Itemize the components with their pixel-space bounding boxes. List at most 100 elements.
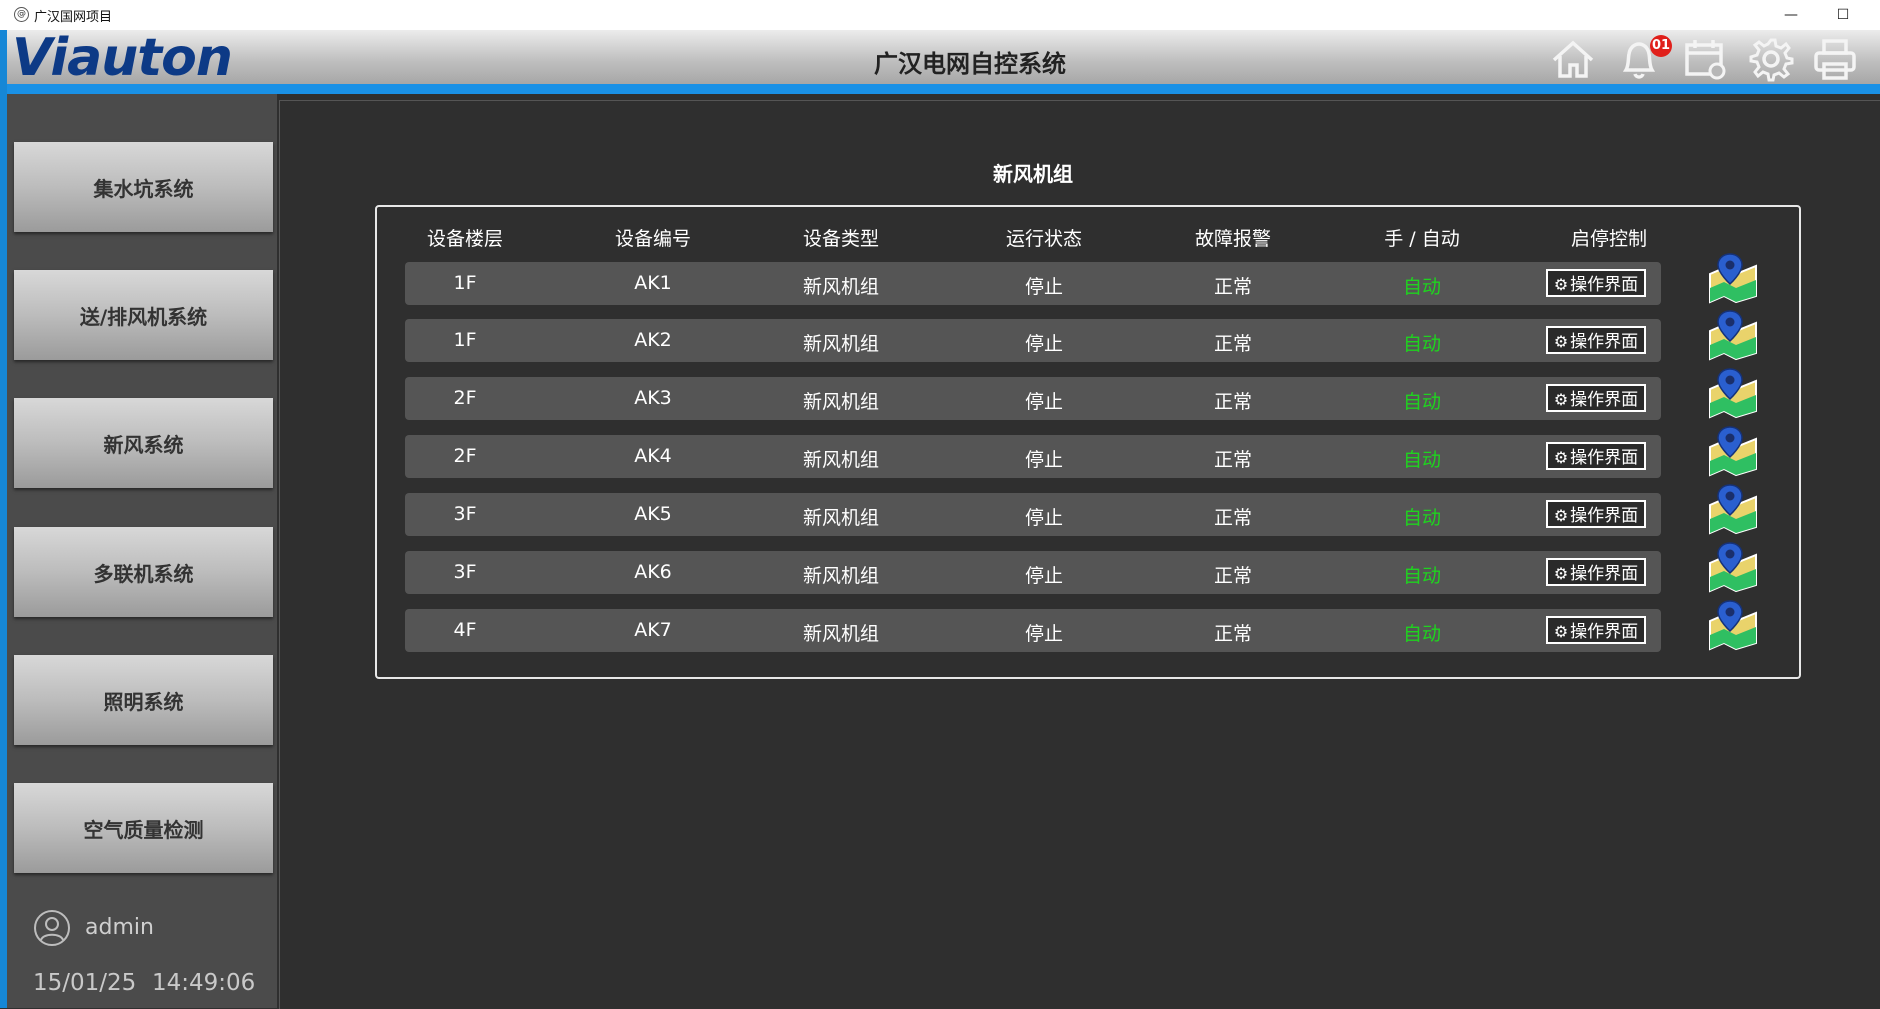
cell-floor: 4F: [453, 619, 477, 641]
nav-sump-system[interactable]: 集水坑系统: [14, 142, 273, 232]
nav-supply-exhaust-fan-system[interactable]: 送/排风机系统: [14, 270, 273, 360]
col-header-start-stop: 启停控制: [1570, 228, 1647, 250]
gear-key-icon: ⚙: [1553, 622, 1569, 641]
gear-icon[interactable]: [1746, 34, 1796, 84]
current-date: 15/01/25: [33, 970, 137, 996]
gear-key-icon: ⚙: [1553, 332, 1569, 351]
gear-key-icon: ⚙: [1553, 564, 1569, 583]
cell-device-type: 新风机组: [802, 333, 879, 355]
col-header-id: 设备编号: [614, 228, 691, 250]
cell-manual-auto: 自动: [1402, 507, 1441, 529]
operation-interface-button[interactable]: ⚙ 操作界面: [1546, 384, 1646, 412]
map-location-icon[interactable]: [1706, 367, 1760, 419]
cell-floor: 3F: [453, 503, 477, 525]
cell-device-id: AK3: [634, 387, 672, 409]
cell-manual-auto: 自动: [1402, 623, 1441, 645]
cell-device-type: 新风机组: [802, 276, 879, 298]
home-icon[interactable]: [1548, 34, 1598, 84]
nav-air-quality[interactable]: 空气质量检测: [14, 783, 273, 873]
cell-device-id: AK5: [634, 503, 672, 525]
cell-fault-alarm: 正常: [1213, 333, 1252, 355]
cell-floor: 2F: [453, 387, 477, 409]
operation-interface-button[interactable]: ⚙ 操作界面: [1546, 269, 1646, 297]
map-location-icon[interactable]: [1706, 483, 1760, 535]
username: admin: [85, 915, 154, 940]
cell-device-type: 新风机组: [802, 449, 879, 471]
operation-interface-label: 操作界面: [1570, 275, 1639, 295]
cell-manual-auto: 自动: [1402, 333, 1441, 355]
col-header-manual-auto: 手 / 自动: [1384, 228, 1460, 250]
cell-floor: 1F: [453, 272, 477, 294]
cell-run-status: 停止: [1024, 276, 1063, 298]
current-time: 14:49:06: [152, 970, 256, 996]
operation-interface-label: 操作界面: [1570, 506, 1639, 526]
alarm-count-badge: 01: [1650, 35, 1672, 57]
operation-interface-label: 操作界面: [1570, 332, 1639, 352]
operation-interface-button[interactable]: ⚙ 操作界面: [1546, 326, 1646, 354]
operation-interface-button[interactable]: ⚙ 操作界面: [1546, 616, 1646, 644]
system-title: 广汉电网自控系统: [874, 50, 1066, 78]
cell-device-id: AK6: [634, 561, 672, 583]
cell-fault-alarm: 正常: [1213, 623, 1252, 645]
gear-key-icon: ⚙: [1553, 448, 1569, 467]
maximize-button[interactable]: ☐: [1820, 2, 1866, 28]
cell-fault-alarm: 正常: [1213, 507, 1252, 529]
nav-lighting-system[interactable]: 照明系统: [14, 655, 273, 745]
cell-floor: 2F: [453, 445, 477, 467]
user-icon: [34, 910, 70, 946]
window-title: 广汉国网项目: [34, 10, 113, 25]
operation-interface-label: 操作界面: [1570, 390, 1639, 410]
col-header-fault-alarm: 故障报警: [1194, 228, 1271, 250]
cell-run-status: 停止: [1024, 333, 1063, 355]
cell-run-status: 停止: [1024, 623, 1063, 645]
cell-device-id: AK4: [634, 445, 672, 467]
cell-device-type: 新风机组: [802, 507, 879, 529]
cell-fault-alarm: 正常: [1213, 391, 1252, 413]
gear-key-icon: ⚙: [1553, 275, 1569, 294]
cell-run-status: 停止: [1024, 565, 1063, 587]
cell-fault-alarm: 正常: [1213, 449, 1252, 471]
cell-floor: 1F: [453, 329, 477, 351]
col-header-type: 设备类型: [802, 228, 879, 250]
cell-device-type: 新风机组: [802, 391, 879, 413]
operation-interface-label: 操作界面: [1570, 564, 1639, 584]
cell-device-type: 新风机组: [802, 623, 879, 645]
col-header-floor: 设备楼层: [426, 228, 503, 250]
map-location-icon[interactable]: [1706, 309, 1760, 361]
cell-manual-auto: 自动: [1402, 565, 1441, 587]
cell-floor: 3F: [453, 561, 477, 583]
operation-interface-button[interactable]: ⚙ 操作界面: [1546, 500, 1646, 528]
operation-interface-button[interactable]: ⚙ 操作界面: [1546, 442, 1646, 470]
app-icon: @: [14, 7, 29, 22]
nav-fresh-air-system[interactable]: 新风系统: [14, 398, 273, 488]
calendar-icon[interactable]: [1680, 34, 1730, 84]
window-left-edge: [0, 30, 7, 1008]
cell-device-id: AK1: [634, 272, 672, 294]
operation-interface-label: 操作界面: [1570, 448, 1639, 468]
map-location-icon[interactable]: [1706, 252, 1760, 304]
cell-run-status: 停止: [1024, 391, 1063, 413]
cell-manual-auto: 自动: [1402, 449, 1441, 471]
cell-device-type: 新风机组: [802, 565, 879, 587]
cell-device-id: AK2: [634, 329, 672, 351]
cell-manual-auto: 自动: [1402, 276, 1441, 298]
cell-manual-auto: 自动: [1402, 391, 1441, 413]
operation-interface-button[interactable]: ⚙ 操作界面: [1546, 558, 1646, 586]
cell-fault-alarm: 正常: [1213, 565, 1252, 587]
nav-vrf-system[interactable]: 多联机系统: [14, 527, 273, 617]
cell-fault-alarm: 正常: [1213, 276, 1252, 298]
col-header-run-status: 运行状态: [1005, 228, 1082, 250]
cell-run-status: 停止: [1024, 507, 1063, 529]
operation-interface-label: 操作界面: [1570, 622, 1639, 642]
cell-device-id: AK7: [634, 619, 672, 641]
map-location-icon[interactable]: [1706, 599, 1760, 651]
printer-icon[interactable]: [1810, 34, 1860, 84]
cell-run-status: 停止: [1024, 449, 1063, 471]
window-title-bar: @ 广汉国网项目 — ☐: [0, 0, 1880, 31]
gear-key-icon: ⚙: [1553, 390, 1569, 409]
page-title: 新风机组: [993, 162, 1073, 186]
map-location-icon[interactable]: [1706, 541, 1760, 593]
minimize-button[interactable]: —: [1768, 2, 1814, 28]
gear-key-icon: ⚙: [1553, 506, 1569, 525]
map-location-icon[interactable]: [1706, 425, 1760, 477]
